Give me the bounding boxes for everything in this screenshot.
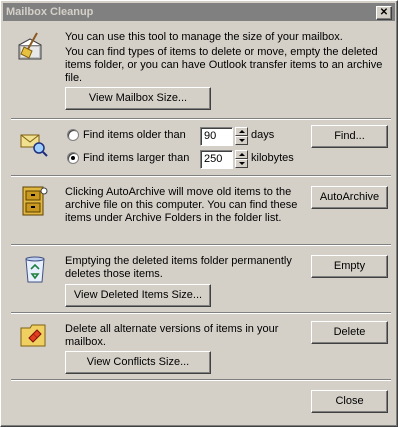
archive-cabinet-icon [22,186,48,216]
broom-mailbox-icon [18,32,42,60]
days-unit-label: days [251,129,275,141]
close-button[interactable]: Close [311,390,388,413]
radio-selected-dot [71,156,75,160]
spin-up-icon[interactable] [235,150,248,159]
older-than-spinner[interactable] [235,127,248,146]
larger-than-kb-input[interactable]: 250 [200,150,233,169]
spin-down-icon[interactable] [235,159,248,168]
intro-line-2: You can find types of items to delete or… [65,46,383,84]
find-items-icon [20,134,48,157]
spin-up-icon[interactable] [235,127,248,136]
view-conflicts-size-button[interactable]: View Conflicts Size... [65,351,211,374]
window-close-button[interactable]: ✕ [376,6,392,20]
larger-than-label: Find items larger than [83,152,190,164]
older-than-radio[interactable] [67,129,79,141]
recycle-bin-icon [25,256,45,283]
find-button[interactable]: Find... [311,125,388,148]
larger-than-radio[interactable] [67,152,79,164]
separator [11,244,391,246]
larger-than-spinner[interactable] [235,150,248,169]
view-deleted-items-size-button[interactable]: View Deleted Items Size... [65,284,211,307]
mailbox-cleanup-dialog: Mailbox Cleanup ✕ You can use this tool … [0,0,398,427]
delete-button[interactable]: Delete [311,321,388,344]
older-than-days-input[interactable]: 90 [200,127,233,146]
conflict-folder-icon [20,324,46,347]
spin-down-icon[interactable] [235,136,248,145]
conflicts-description: Delete all alternate versions of items i… [65,323,279,348]
separator [11,118,391,120]
separator [11,379,391,381]
kilobytes-unit-label: kilobytes [251,152,294,164]
autoarchive-description: Clicking AutoArchive will move old items… [65,186,298,224]
title-bar: Mailbox Cleanup ✕ [3,3,395,21]
older-than-label: Find items older than [83,129,186,141]
deleted-items-description: Emptying the deleted items folder perman… [65,255,292,280]
separator [11,175,391,177]
empty-button[interactable]: Empty [311,255,388,278]
autoarchive-button[interactable]: AutoArchive [311,186,388,209]
separator [11,312,391,314]
window-title: Mailbox Cleanup [6,6,94,18]
intro-line-1: You can use this tool to manage the size… [65,31,343,43]
view-mailbox-size-button[interactable]: View Mailbox Size... [65,87,211,110]
